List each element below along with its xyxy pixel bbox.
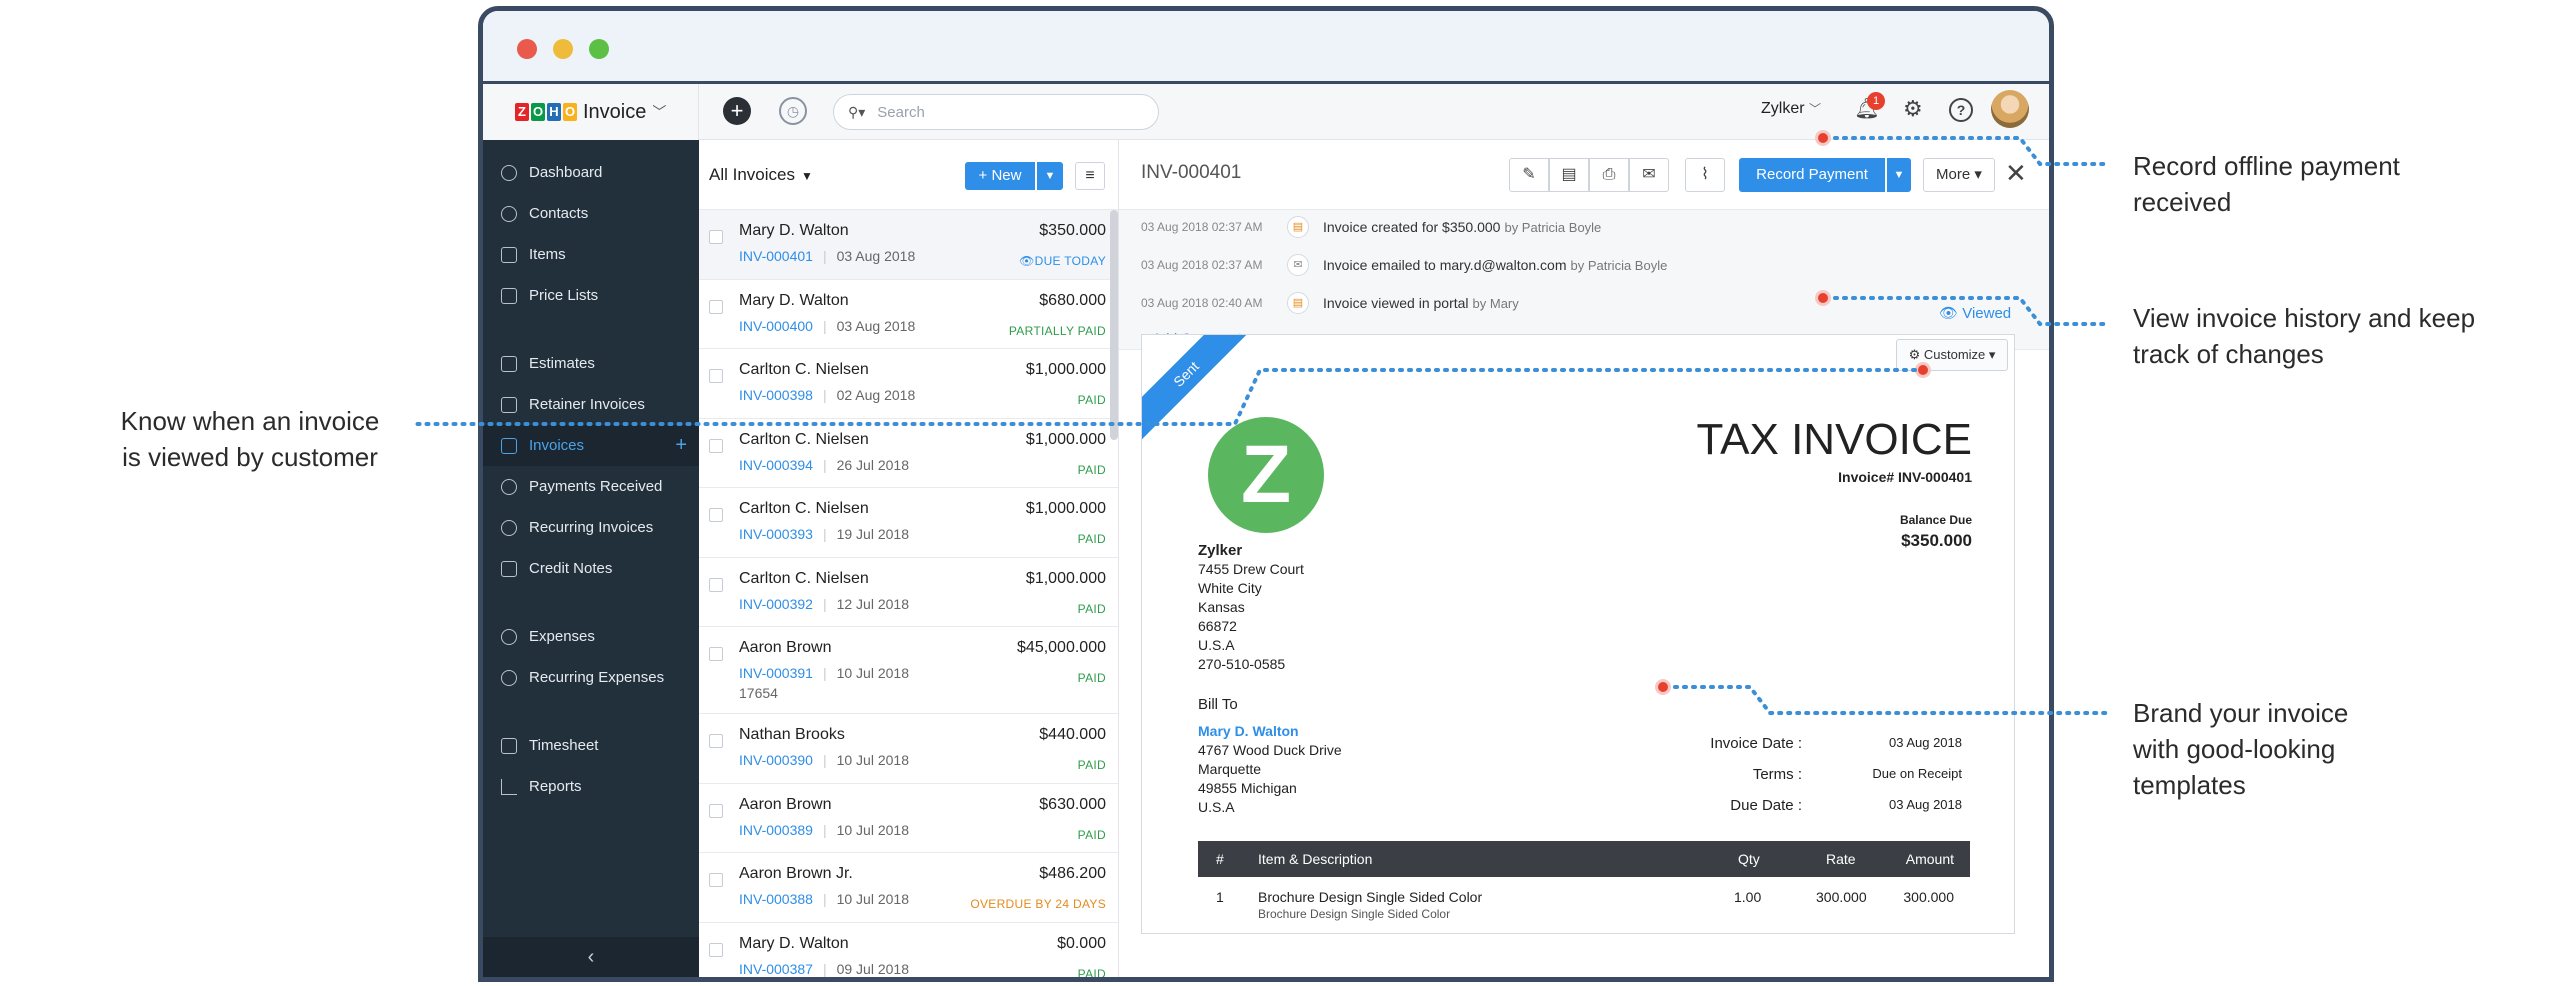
leader-line <box>410 368 1917 426</box>
leader-line <box>1833 136 2112 166</box>
leader-line <box>1833 296 2112 326</box>
leader-lines <box>410 136 2112 715</box>
leader-line <box>1673 685 2112 715</box>
screenshot-stage: Know when an invoice is viewed by custom… <box>0 0 2560 986</box>
